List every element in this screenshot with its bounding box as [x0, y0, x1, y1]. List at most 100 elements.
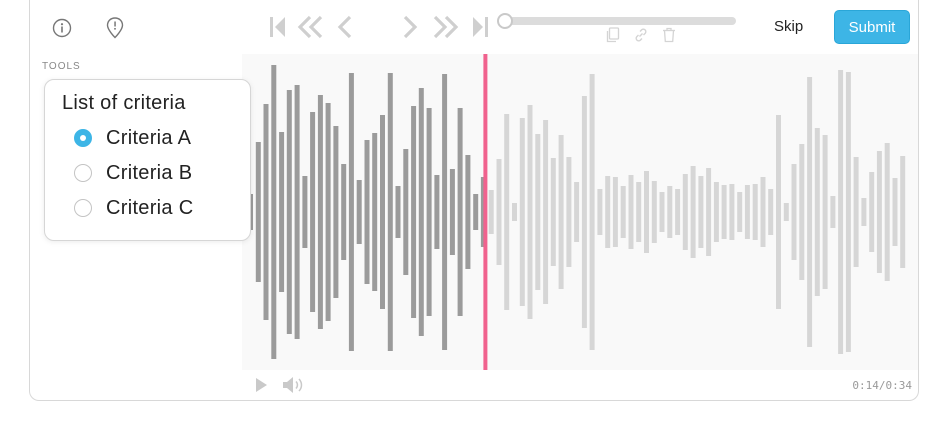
waveform-bar: [550, 158, 556, 266]
waveform-bar: [279, 132, 285, 292]
waveform-bar: [488, 190, 494, 234]
waveform-bar: [721, 185, 727, 239]
skip-start-icon[interactable]: [266, 12, 290, 42]
waveform-bar: [845, 72, 851, 352]
waveform-bar: [426, 108, 432, 316]
waveform-bar: [853, 157, 859, 267]
waveform-bar: [605, 176, 611, 248]
radio-criteria-c[interactable]: [74, 199, 92, 217]
waveform-bar: [667, 186, 673, 238]
waveform-bar: [255, 142, 261, 282]
waveform-bar: [348, 73, 354, 351]
waveform-bar: [449, 169, 455, 255]
waveform-bar: [659, 192, 665, 232]
waveform-bar: [776, 115, 781, 309]
waveform-bar: [760, 177, 766, 247]
waveform-bar: [403, 149, 409, 275]
waveform-area[interactable]: [242, 54, 918, 370]
waveform-bar: [566, 157, 572, 267]
region-actions: [604, 26, 678, 44]
waveform-bar: [535, 134, 541, 290]
waveform-bar: [504, 114, 510, 310]
submit-button[interactable]: Submit: [834, 10, 910, 44]
waveform-bar: [807, 77, 813, 347]
waveform-bar: [597, 189, 603, 235]
waveform-bar: [737, 192, 743, 232]
radio-criteria-a[interactable]: [74, 129, 92, 147]
waveform-bar: [620, 186, 626, 238]
waveform-bar: [682, 174, 688, 250]
step-back-icon[interactable]: [333, 12, 357, 42]
waveform-bar: [574, 182, 580, 242]
waveform-bar: [706, 168, 712, 256]
waveform-bar: [519, 118, 525, 306]
tools-section-label: TOOLS: [42, 61, 81, 72]
waveform-bar: [690, 166, 696, 258]
progress-slider[interactable]: [497, 13, 736, 29]
waveform-bar: [294, 85, 300, 339]
waveform-bar: [395, 186, 401, 238]
waveform-bar: [791, 164, 797, 260]
waveform-bar: [387, 73, 393, 351]
waveform-bar: [861, 198, 867, 226]
waveform-bar: [543, 120, 549, 304]
info-icon[interactable]: [48, 14, 76, 42]
waveform-bar: [581, 96, 587, 328]
criteria-option-label: Criteria A: [106, 126, 192, 149]
fast-forward-icon[interactable]: [430, 12, 460, 42]
top-toolbar: Skip Submit: [30, 0, 918, 54]
volume-icon[interactable]: [280, 375, 308, 395]
criteria-option-label: Criteria C: [106, 196, 194, 219]
waveform-bar: [838, 70, 844, 354]
waveform-bar: [356, 180, 362, 244]
waveform-bar: [698, 176, 704, 248]
step-forward-icon[interactable]: [398, 12, 422, 42]
criteria-popup: List of criteria Criteria A Criteria B C…: [44, 79, 251, 241]
criteria-option-c[interactable]: Criteria C: [74, 194, 193, 222]
waveform-bar: [876, 151, 882, 273]
skip-button[interactable]: Skip: [774, 14, 803, 40]
waveform-bar: [558, 135, 564, 289]
waveform-bar: [644, 171, 649, 253]
criteria-option-b[interactable]: Criteria B: [74, 159, 192, 187]
waveform-bar: [612, 177, 618, 247]
waveform-bar: [418, 88, 424, 336]
link-icon[interactable]: [632, 26, 650, 44]
waveform-bar: [457, 108, 463, 316]
waveform-bar: [310, 112, 316, 312]
waveform-bar: [768, 189, 774, 235]
waveform-bar: [636, 182, 642, 242]
waveform-bar: [465, 155, 471, 269]
waveform-bar: [892, 178, 898, 246]
waveform-bar: [675, 189, 681, 235]
waveform-bar: [364, 140, 370, 284]
radio-criteria-b[interactable]: [74, 164, 92, 182]
waveform-bar: [372, 133, 378, 291]
waveform-bar: [286, 90, 292, 334]
waveform-bar: [884, 143, 890, 281]
waveform-bar: [628, 175, 634, 249]
waveform-bar: [263, 104, 269, 320]
copy-icon[interactable]: [604, 26, 622, 44]
time-readout: 0:14/0:34: [852, 379, 912, 392]
player-controls: 0:14/0:34: [242, 370, 918, 400]
criteria-title: List of criteria: [62, 92, 186, 114]
rewind-icon[interactable]: [296, 12, 326, 42]
progress-slider-handle[interactable]: [497, 13, 513, 29]
play-icon[interactable]: [252, 376, 270, 394]
skip-end-icon[interactable]: [468, 12, 492, 42]
waveform-bar: [900, 156, 906, 268]
waveform-bar: [713, 182, 719, 242]
waveform-bar: [333, 126, 339, 298]
waveform-bar: [822, 135, 828, 289]
waveform-bar: [473, 194, 479, 230]
waveform[interactable]: [242, 54, 918, 370]
playhead[interactable]: [483, 54, 488, 370]
alert-pin-icon[interactable]: [101, 14, 129, 42]
waveform-bar: [589, 74, 595, 350]
trash-icon[interactable]: [660, 26, 678, 44]
annotation-frame: Skip Submit TOOLS 0:14/0:34 List of crit…: [29, 0, 919, 401]
waveform-bar: [651, 181, 657, 243]
waveform-bar: [512, 203, 517, 221]
criteria-option-a[interactable]: Criteria A: [74, 124, 191, 152]
